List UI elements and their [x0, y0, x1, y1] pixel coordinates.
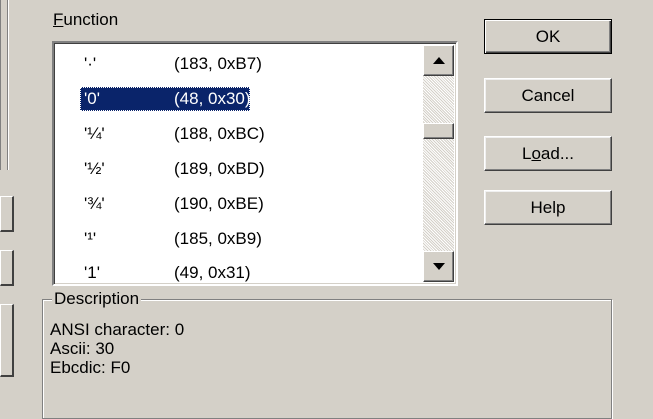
cancel-button-label: Cancel [521, 85, 575, 105]
list-item[interactable]: '·' (183, 0xB7) [54, 48, 426, 78]
ok-button[interactable]: OK [484, 19, 612, 54]
list-item[interactable]: '¾' (190, 0xBE) [54, 188, 426, 218]
list-item[interactable]: '¼' (188, 0xBC) [54, 118, 426, 148]
scroll-down-button[interactable] [423, 251, 454, 282]
description-legend: Description [52, 289, 142, 308]
help-button[interactable]: Help [484, 190, 612, 225]
list-item-char: '1' [84, 263, 100, 282]
list-item-code: (188, 0xBC) [174, 124, 265, 143]
function-label: Function [53, 10, 118, 30]
list-item-code: (49, 0x31) [174, 263, 251, 282]
list-item[interactable]: '1' (49, 0x31) [54, 257, 426, 287]
function-label-rest: unction [63, 10, 119, 29]
list-item[interactable]: '¹' (185, 0xB9) [54, 223, 426, 253]
list-item-code: (183, 0xB7) [174, 54, 262, 73]
function-label-accel: F [53, 10, 64, 29]
left-panel-button-1[interactable] [0, 196, 14, 232]
cancel-button[interactable]: Cancel [484, 78, 612, 113]
arrow-down-icon [432, 262, 445, 270]
list-item-char: '½' [84, 159, 105, 178]
arrow-up-icon [432, 56, 445, 64]
list-item-char: '·' [84, 54, 97, 73]
left-panel-edge [0, 0, 1, 170]
help-button-label: Help [530, 197, 566, 217]
vertical-scrollbar[interactable] [423, 45, 454, 282]
load-button[interactable]: Load... [484, 136, 612, 171]
left-panel-edge-highlight [8, 0, 9, 170]
scroll-thumb[interactable] [423, 123, 454, 139]
function-listbox[interactable]: '·' (183, 0xB7) '0' (48, 0x30) '¼' (188,… [52, 41, 458, 286]
load-label-post: ad... [540, 143, 575, 163]
list-item-char: '¹' [84, 229, 97, 248]
list-item-char: '¼' [84, 124, 105, 143]
list-item-code: (189, 0xBD) [174, 159, 265, 178]
scroll-up-button[interactable] [423, 45, 454, 76]
description-ascii: Ascii: 30 [50, 339, 115, 358]
left-panel-button-3[interactable] [0, 304, 14, 377]
list-item-selected[interactable]: '0' (48, 0x30) [54, 83, 426, 113]
list-item-char: '¾' [84, 194, 105, 213]
load-label-accel: o [531, 143, 541, 163]
list-item-char: '0' [84, 89, 100, 108]
description-ansi: ANSI character: 0 [50, 320, 185, 339]
list-item-code: (190, 0xBE) [174, 194, 264, 213]
list-item[interactable]: '½' (189, 0xBD) [54, 153, 426, 183]
left-panel-edge-shadow [7, 0, 8, 170]
ok-button-label: OK [535, 26, 561, 46]
description-ebcdic: Ebcdic: F0 [50, 358, 131, 377]
load-button-label: Load... [522, 144, 574, 164]
list-item-code: (48, 0x30) [174, 89, 251, 108]
list-item-code: (185, 0xB9) [174, 229, 262, 248]
left-panel-button-2[interactable] [0, 250, 14, 286]
